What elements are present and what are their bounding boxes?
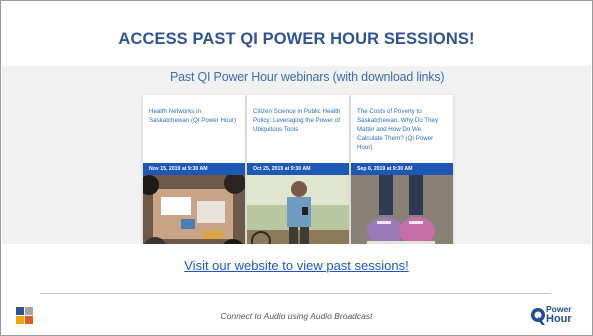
webinar-card[interactable]: Citizen Science in Public Health Policy:… [247, 95, 349, 244]
audio-broadcast-note: Connect to Audio using Audio Broadcast [220, 311, 373, 321]
card-date: Sep 6, 2019 at 9:30 AM [351, 163, 453, 175]
webinar-card[interactable]: Health Networks in Saskatchewan (QI Powe… [143, 95, 245, 244]
sneakers-photo [351, 175, 453, 244]
group-meeting-photo [143, 175, 245, 244]
card-title[interactable]: Citizen Science in Public Health Policy:… [253, 107, 344, 134]
slide-title: ACCESS PAST QI POWER HOUR SESSIONS! [118, 30, 475, 48]
card-date: Oct 25, 2019 at 9:30 AM [247, 163, 349, 175]
webinar-screenshot: Past QI Power Hour webinars (with downlo… [2, 66, 591, 244]
website-link[interactable]: Visit our website to view past sessions! [0, 258, 593, 273]
webinar-card[interactable]: The Costs of Poverty to Saskatchewan: Wh… [351, 95, 453, 244]
power-hour-q-icon [531, 308, 545, 325]
card-title[interactable]: The Costs of Poverty to Saskatchewan: Wh… [357, 107, 448, 152]
footer-divider [40, 293, 551, 294]
webinar-heading: Past QI Power Hour webinars (with downlo… [170, 70, 445, 84]
man-with-phone-photo [247, 175, 349, 244]
power-hour-logo-line2: Hour [546, 313, 572, 325]
card-date: Nov 15, 2019 at 9:30 AM [143, 163, 245, 175]
card-title[interactable]: Health Networks in Saskatchewan (QI Powe… [149, 107, 240, 125]
power-hour-logo: Power Hour [530, 305, 578, 327]
